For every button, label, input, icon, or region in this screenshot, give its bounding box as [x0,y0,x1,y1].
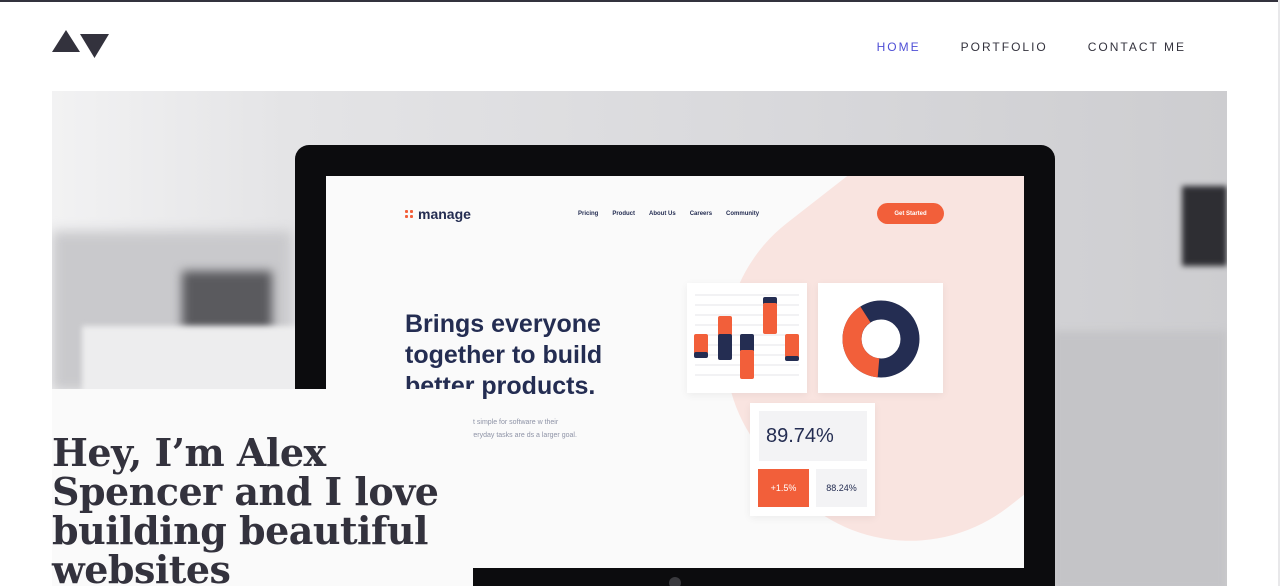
background-blur [1182,186,1227,266]
mockup-donut-chart [842,300,920,378]
mockup-nav-item: Community [726,211,760,217]
mockup-stat-secondary: 88.24% [816,469,867,507]
background-blur [182,271,272,331]
mockup-donut-card [818,283,943,393]
mockup-cta-button: Get Started [877,203,944,224]
intro-heading: Hey, I’m Alex Spencer and I love buildin… [52,430,439,586]
nav-portfolio[interactable]: PORTFOLIO [961,40,1048,54]
intro-panel: Hey, I’m Alex Spencer and I love buildin… [52,389,473,586]
logo-icon [52,30,109,58]
mockup-stat-change: +1.5% [758,469,809,507]
nav-home[interactable]: HOME [877,40,921,54]
mockup-nav-item: Product [612,211,636,217]
top-border [0,0,1280,2]
mockup-subtext: s it simple for software w their everyda… [466,419,577,439]
mockup-logo-icon [405,210,413,218]
mockup-stats-card: 89.74% +1.5% 88.24% [750,403,875,516]
mockup-nav: Pricing Product About Us Careers Communi… [578,211,759,217]
mockup-nav-item: Careers [689,211,713,217]
apple-logo-icon [669,577,681,586]
mockup-logo-text: manage [418,206,471,222]
mockup-nav-item: About Us [649,211,676,217]
main-nav: HOME PORTFOLIO CONTACT ME [877,40,1186,54]
mockup-bar-chart [694,294,799,379]
nav-contact[interactable]: CONTACT ME [1088,40,1186,54]
mockup-logo: manage [405,206,471,222]
mockup-stat-main: 89.74% [759,411,867,461]
mockup-nav-item: Pricing [578,211,599,217]
mockup-bar-chart-card [687,283,807,393]
background-blur [1052,331,1227,586]
site-logo[interactable] [52,28,110,60]
